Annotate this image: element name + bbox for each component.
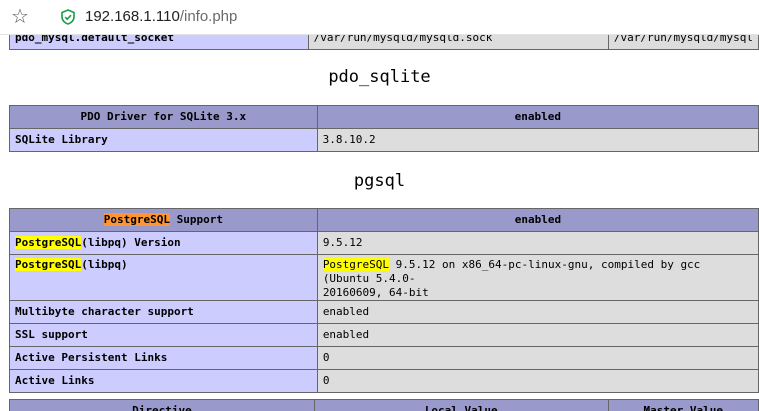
row-value: 0 (316, 346, 759, 370)
row-value: enabled (316, 323, 759, 347)
section-title-pgsql: pgsql (353, 171, 406, 191)
table-row: PostgreSQL(libpq) Version 9.5.12 (9, 231, 759, 255)
header-label: PostgreSQL Support (9, 208, 318, 232)
search-highlight: PostgreSQL (322, 258, 390, 271)
table-row: PostgreSQL(libpq) PostgreSQL 9.5.12 on x… (9, 254, 759, 301)
header-label-text: Support (170, 213, 224, 226)
header-value: enabled (316, 208, 759, 232)
phpinfo-page: pdo_mysql.default_socket /var/run/mysqld… (0, 35, 759, 411)
table-header-row: PDO Driver for SQLite 3.x enabled (9, 105, 759, 129)
table-row: Active Persistent Links 0 (9, 346, 759, 370)
row-value: 3.8.10.2 (316, 128, 759, 152)
row-value: 9.5.12 (316, 231, 759, 255)
header-local-value: Local Value (313, 399, 609, 411)
row-label: PostgreSQL(libpq) (9, 254, 318, 301)
table-row: SQLite Library 3.8.10.2 (9, 128, 759, 152)
section-title-pdo-sqlite: pdo_sqlite (328, 67, 431, 87)
row-label: PostgreSQL(libpq) Version (9, 231, 318, 255)
table-row: pdo_mysql.default_socket /var/run/mysqld… (9, 35, 759, 50)
url-field[interactable]: 192.168.1.110/info.php (85, 7, 237, 27)
header-directive: Directive (9, 399, 315, 411)
browser-address-bar: ☆ 192.168.1.110/info.php (0, 0, 759, 35)
table-header-row: PostgreSQL Support enabled (9, 208, 759, 232)
pgsql-directive-table: Directive Local Value Master Value (9, 399, 759, 411)
row-label-text: (libpq) (81, 258, 128, 271)
search-highlight: PostgreSQL (15, 258, 82, 271)
row-label-text: (libpq) Version (81, 236, 181, 249)
header-value: enabled (316, 105, 759, 129)
search-highlight: PostgreSQL (15, 236, 82, 249)
pdo-sqlite-table: PDO Driver for SQLite 3.x enabled SQLite… (9, 105, 759, 152)
row-value: PostgreSQL 9.5.12 on x86_64-pc-linux-gnu… (316, 254, 759, 301)
local-value: /var/run/mysqld/mysqld.sock (307, 35, 609, 50)
master-value: /var/run/mysqld/mysql (607, 35, 759, 50)
row-value: 0 (316, 369, 759, 393)
secure-shield-icon[interactable] (60, 9, 76, 25)
directive-name: pdo_mysql.default_socket (9, 35, 309, 50)
pgsql-table: PostgreSQL Support enabled PostgreSQL(li… (9, 208, 759, 393)
row-label: Multibyte character support (9, 300, 318, 324)
pdo-mysql-table: pdo_mysql.default_socket /var/run/mysqld… (9, 35, 759, 50)
table-row: SSL support enabled (9, 323, 759, 347)
row-label: Active Links (9, 369, 318, 393)
table-header-row: Directive Local Value Master Value (9, 399, 759, 411)
bookmark-star-icon[interactable]: ☆ (11, 5, 29, 27)
url-host: 192.168.1.110 (85, 8, 180, 25)
url-path: /info.php (179, 8, 238, 25)
row-label: SSL support (9, 323, 318, 347)
row-label: Active Persistent Links (9, 346, 318, 370)
search-highlight: PostgreSQL (103, 213, 171, 226)
row-label: SQLite Library (9, 128, 318, 152)
row-value: enabled (316, 300, 759, 324)
header-master-value: Master Value (607, 399, 759, 411)
table-row: Active Links 0 (9, 369, 759, 393)
table-row: Multibyte character support enabled (9, 300, 759, 324)
header-label: PDO Driver for SQLite 3.x (9, 105, 318, 129)
row-value-line2: 20160609, 64-bit (322, 286, 429, 299)
